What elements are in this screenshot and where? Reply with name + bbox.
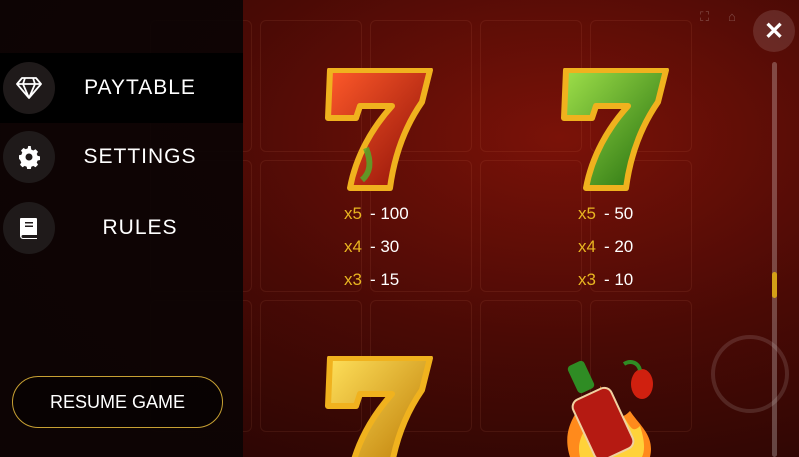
home-icon[interactable]: ⌂ [728, 9, 736, 24]
side-menu: PAYTABLE SETTINGS RULES RESUME GAME [0, 0, 243, 457]
menu-item-settings[interactable]: SETTINGS [0, 122, 243, 192]
payout-row: x3 - 10 [578, 270, 633, 290]
diamond-icon [3, 62, 55, 114]
payout-multiplier: x3 [578, 270, 596, 289]
book-icon [3, 202, 55, 254]
paytable-scrollbar[interactable] [772, 62, 777, 457]
payout-value: - 15 [369, 270, 400, 289]
payout-row: x5 - 100 [344, 204, 409, 224]
resume-game-button[interactable]: RESUME GAME [12, 376, 223, 428]
payout-multiplier: x5 [344, 204, 362, 223]
hot-sauce-bottle-symbol [567, 360, 653, 457]
yellow-seven-symbol [325, 356, 433, 457]
close-icon: ✕ [763, 17, 785, 45]
menu-label-paytable: PAYTABLE [84, 76, 196, 99]
payout-value: - 30 [369, 237, 400, 256]
background-spin-button [711, 335, 789, 413]
payout-value: - 100 [369, 204, 409, 223]
close-button[interactable]: ✕ [753, 10, 795, 52]
payout-value: - 50 [603, 204, 634, 223]
payout-multiplier: x4 [344, 237, 362, 256]
menu-label-rules: RULES [102, 216, 178, 239]
payout-row: x3 - 15 [344, 270, 399, 290]
payout-row: x5 - 50 [578, 204, 633, 224]
payout-value: - 10 [603, 270, 634, 289]
background-game-logo [699, 55, 791, 115]
red-seven-symbol [325, 68, 433, 191]
menu-label-settings: SETTINGS [83, 145, 197, 168]
gear-icon [3, 131, 55, 183]
fullscreen-icon[interactable]: ⛶ [700, 9, 709, 25]
menu-item-rules[interactable]: RULES [0, 193, 243, 263]
payout-row: x4 - 30 [344, 237, 399, 257]
payout-row: x4 - 20 [578, 237, 633, 257]
payout-value: - 20 [603, 237, 634, 256]
payout-multiplier: x3 [344, 270, 362, 289]
scrollbar-thumb[interactable] [772, 272, 777, 298]
menu-item-paytable[interactable]: PAYTABLE [0, 53, 243, 123]
payout-multiplier: x5 [578, 204, 596, 223]
payout-multiplier: x4 [578, 237, 596, 256]
green-seven-symbol [561, 68, 669, 191]
